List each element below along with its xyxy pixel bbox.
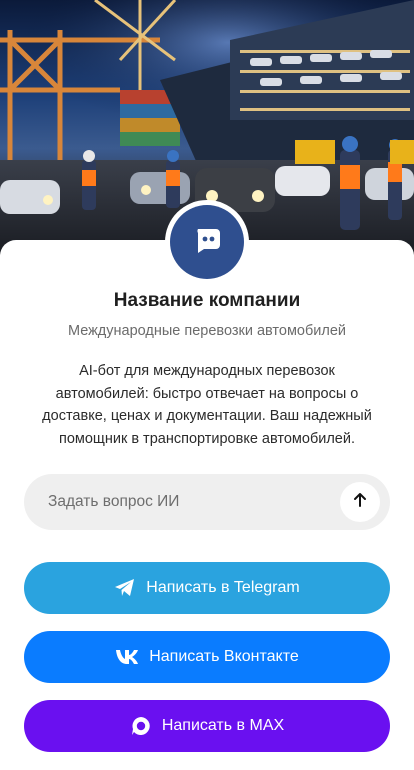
telegram-icon [114,578,136,598]
telegram-button-label: Написать в Telegram [146,579,300,596]
arrow-up-icon [351,491,369,514]
company-subtitle: Международные перевозки автомобилей [67,323,347,339]
vk-icon [115,649,139,665]
send-button[interactable] [340,482,380,522]
company-description: AI-бот для международных перевозок автом… [42,363,372,447]
ask-ai-placeholder: Задать вопрос ИИ [48,493,180,510]
avatar [165,200,249,284]
max-icon [130,715,152,737]
vk-button[interactable]: Написать Вконтакте [24,631,390,683]
max-button-label: Написать в MAX [161,717,285,734]
chat-bubble-icon [192,225,222,260]
avatar-circle [170,205,244,279]
vk-button-label: Написать Вконтакте [149,648,299,665]
company-name: Название компании [113,290,301,311]
max-button[interactable]: Написать в MAX [24,700,390,752]
ask-ai-input[interactable]: Задать вопрос ИИ [24,474,390,530]
telegram-button[interactable]: Написать в Telegram [24,562,390,614]
